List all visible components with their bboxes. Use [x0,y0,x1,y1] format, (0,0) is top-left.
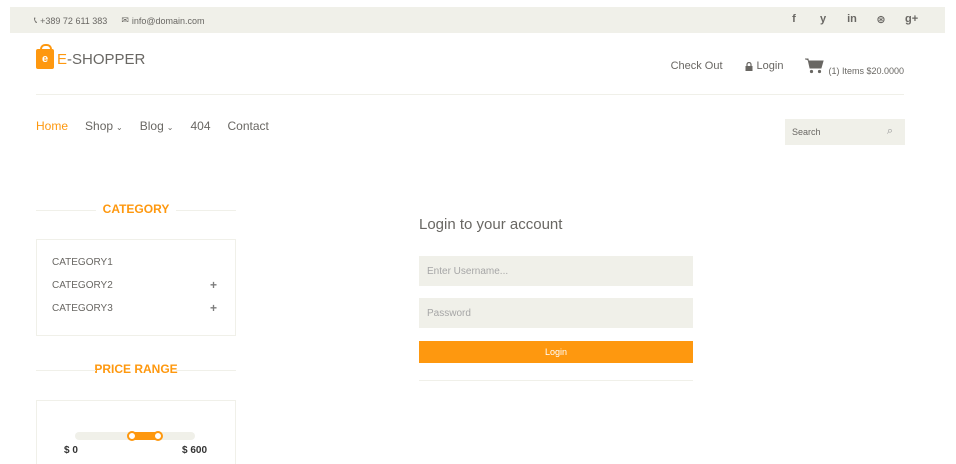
contact-info: 📞︎ +389 72 611 383 ✉︎ info@domain.com [34,15,205,26]
divider [419,380,693,381]
login-link[interactable]: Login [745,60,783,72]
cart-icon [805,58,825,74]
category-heading: CATEGORY [36,202,236,218]
shopping-bag-icon: e [36,44,54,69]
expand-plus-icon[interactable]: + [210,301,217,315]
category-panel: CATEGORY1 CATEGORY2 + CATEGORY3 + [36,239,236,336]
search-input[interactable]: Search ⌕ [785,119,905,145]
cart-summary: (1) Items $20.0000 [828,66,904,76]
email-address: info@domain.com [131,15,205,26]
lock-icon [745,61,753,71]
chevron-down-icon: ⌄ [166,123,174,132]
expand-plus-icon[interactable]: + [210,278,217,292]
header-nav: Check Out Login (1) Items $20.0000 [649,58,904,76]
category-item[interactable]: CATEGORY2 + [52,278,217,292]
login-heading: Login to your account [419,216,563,233]
cart-link[interactable]: (1) Items $20.0000 [805,58,904,76]
price-slider-max-handle[interactable] [153,431,163,441]
category-item[interactable]: CATEGORY1 [52,257,217,268]
phone-number: +389 72 611 383 [40,15,108,26]
linkedin-icon[interactable]: in [847,13,857,26]
price-min-label: $ 0 [64,445,78,456]
email-link[interactable]: ✉︎ info@domain.com [121,15,204,26]
main-nav: Home Shop ⌄ Blog ⌄ 404 Contact [36,119,269,133]
nav-blog[interactable]: Blog ⌄ [140,119,174,133]
price-range-panel: $ 0 $ 600 [36,400,236,464]
search-placeholder: Search [792,127,821,137]
chevron-down-icon: ⌄ [116,123,123,132]
site-header: e E-SHOPPER Check Out Login (1) Items $2… [36,44,904,95]
twitter-icon[interactable]: y [818,13,828,26]
price-slider-fill [127,431,163,441]
nav-home[interactable]: Home [36,119,68,133]
nav-shop[interactable]: Shop ⌄ [85,119,123,133]
social-links: f y in ⊛ g+ [789,13,918,26]
checkout-link[interactable]: Check Out [671,60,723,72]
dribbble-icon[interactable]: ⊛ [876,13,886,26]
phone-icon: 📞︎ [34,15,38,25]
logo[interactable]: e E-SHOPPER [36,44,146,69]
price-slider-min-handle[interactable] [127,431,137,441]
price-max-label: $ 600 [182,445,208,456]
facebook-icon[interactable]: f [789,13,799,26]
top-bar: 📞︎ +389 72 611 383 ✉︎ info@domain.com f … [10,7,945,33]
category-item[interactable]: CATEGORY3 + [52,301,217,315]
envelope-icon: ✉︎ [121,15,129,25]
brand-name: E-SHOPPER [57,50,146,68]
price-range-heading: PRICE RANGE [36,362,236,378]
password-field[interactable] [419,298,693,328]
price-slider[interactable] [75,431,195,441]
search-icon[interactable]: ⌕ [887,125,893,138]
google-plus-icon[interactable]: g+ [905,13,918,26]
nav-contact[interactable]: Contact [228,119,269,133]
username-field[interactable] [419,256,693,286]
nav-404[interactable]: 404 [190,119,210,133]
login-button[interactable]: Login [419,341,693,363]
phone-link[interactable]: 📞︎ +389 72 611 383 [34,15,107,26]
